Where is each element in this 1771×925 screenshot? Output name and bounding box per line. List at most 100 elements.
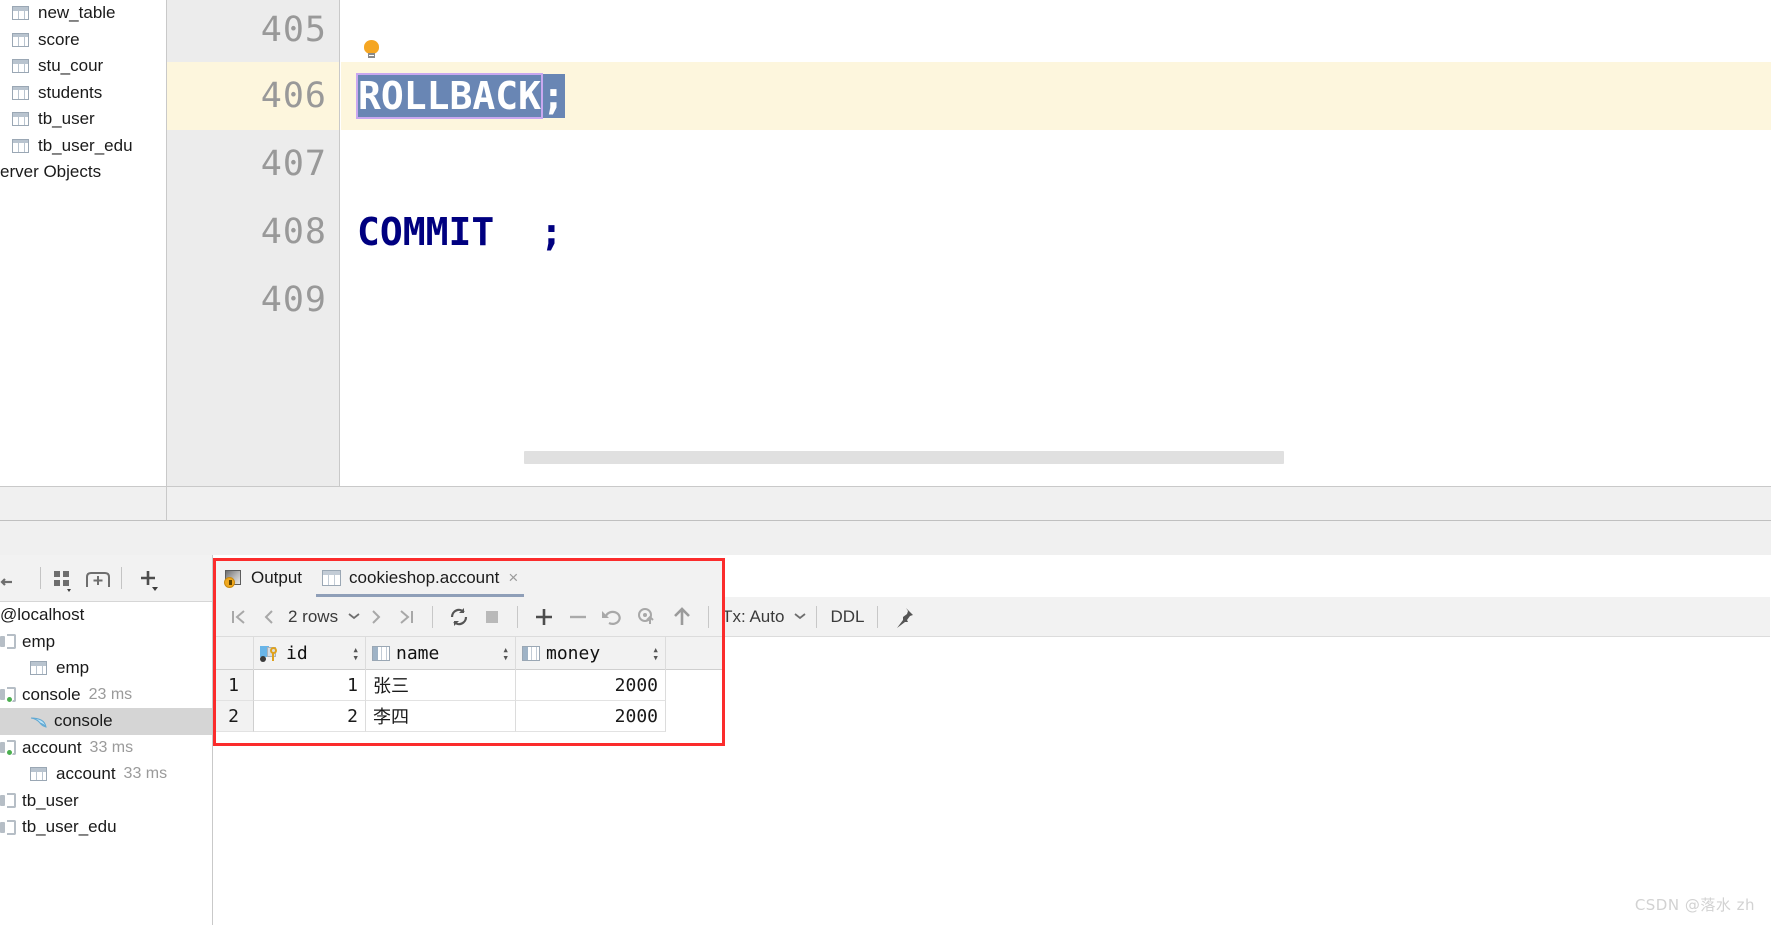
sort-desc-glyph: ▾	[502, 650, 509, 664]
sort-indicator[interactable]: ▴ ▾	[502, 644, 509, 664]
lightbulb-icon[interactable]	[364, 40, 379, 59]
tree-item-tb_user[interactable]: tb_user	[0, 106, 166, 133]
editor-code-area[interactable]: ROLLBACK; COMMIT ;	[341, 0, 1771, 486]
selected-keyword[interactable]: ROLLBACK	[355, 73, 544, 119]
reload-button[interactable]	[442, 601, 476, 633]
column-header-id[interactable]: id ▴ ▾	[254, 637, 366, 670]
splitter-divider	[0, 520, 1771, 521]
panel-splitter[interactable]	[0, 520, 1771, 555]
prev-page-button[interactable]	[254, 601, 284, 633]
chevron-down-icon[interactable]	[347, 610, 361, 624]
column-header-label: money	[546, 643, 601, 664]
cell-money[interactable]: 2000	[516, 670, 666, 701]
remove-row-button[interactable]	[561, 601, 595, 633]
db-icon	[0, 634, 16, 650]
services-item-label: tb_user	[22, 790, 79, 810]
tree-item-score[interactable]: score	[0, 27, 166, 54]
services-item-tb_user_edu[interactable]: tb_user_edu	[0, 814, 212, 841]
services-tree[interactable]: @localhost emp emp console 23 ms console…	[0, 602, 212, 841]
services-item-emp-schema[interactable]: emp	[0, 629, 212, 656]
add-row-button[interactable]	[527, 601, 561, 633]
services-item-console[interactable]: console	[0, 708, 212, 735]
tree-item-tb_user_edu[interactable]: tb_user_edu	[0, 133, 166, 160]
sort-indicator[interactable]: ▴ ▾	[352, 644, 359, 663]
tree-item-label: erver Objects	[0, 162, 102, 182]
services-pane[interactable]: @localhost emp emp console 23 ms console…	[0, 555, 213, 925]
services-item-console-session[interactable]: console 23 ms	[0, 682, 212, 709]
services-item-tb_user[interactable]: tb_user	[0, 788, 212, 815]
submit-button[interactable]	[665, 601, 699, 633]
services-toolbar[interactable]	[0, 555, 212, 602]
cell-name[interactable]: 张三	[366, 670, 516, 701]
services-item-duration: 33 ms	[123, 765, 168, 783]
table-row[interactable]: 2 2 李四 2000	[214, 701, 724, 732]
tree-item-new_table[interactable]: new_table	[0, 0, 166, 27]
table-icon	[12, 112, 29, 127]
editor-horizontal-scrollbar[interactable]	[524, 451, 1284, 464]
tree-item-server-objects[interactable]: erver Objects	[0, 159, 166, 186]
tab-cookieshop-account[interactable]: cookieshop.account ×	[312, 559, 528, 597]
table-icon	[12, 138, 29, 153]
services-item-account-table[interactable]: account 33 ms	[0, 761, 212, 788]
services-item-duration: 33 ms	[89, 738, 134, 756]
ddl-button[interactable]: DDL	[826, 607, 868, 627]
row-number: 2	[214, 701, 254, 732]
results-tabs[interactable]: Output cookieshop.account ×	[214, 559, 724, 597]
services-item-label: emp	[22, 631, 56, 651]
tree-item-stu_cour[interactable]: stu_cour	[0, 53, 166, 80]
watermark: CSDN @落水 zh	[1634, 896, 1755, 914]
revert-button[interactable]	[595, 601, 629, 633]
stop-button[interactable]	[476, 601, 508, 633]
services-item-emp-table[interactable]: emp	[0, 655, 212, 682]
cell-id[interactable]: 1	[254, 670, 366, 701]
tree-item-label: score	[38, 29, 80, 49]
editor-gutter[interactable]: 405 406 407 408 409	[167, 0, 340, 486]
database-object-tree[interactable]: new_table score stu_cour students tb_use…	[0, 0, 167, 520]
table-icon	[30, 767, 47, 782]
sort-desc-glyph: ▾	[652, 650, 659, 664]
table-row[interactable]: 1 1 张三 2000	[214, 670, 724, 701]
column-header-name[interactable]: name ▴ ▾	[366, 637, 516, 670]
sql-editor[interactable]: 405 406 407 408 409 ROLLBACK; COMMIT ;	[167, 0, 1771, 520]
close-icon[interactable]: ×	[508, 568, 518, 588]
grid-icon	[322, 570, 342, 586]
dolphin-icon	[30, 714, 48, 729]
cell-id[interactable]: 2	[254, 701, 366, 732]
result-data-grid[interactable]: id ▴ ▾ name ▴ ▾ money ▴ ▾ 1 1 张三 2000 2 …	[214, 637, 724, 732]
first-page-button[interactable]	[222, 601, 254, 633]
column-header-money[interactable]: money ▴ ▾	[516, 637, 666, 670]
add-tab-icon[interactable]	[81, 563, 115, 593]
tree-item-label: tb_user_edu	[38, 135, 133, 155]
next-page-button[interactable]	[361, 601, 391, 633]
code-line-408[interactable]: COMMIT ;	[357, 198, 563, 266]
grid-toolbar[interactable]: 2 rows Tx: Auto DDL	[214, 597, 1770, 637]
line-number: 409	[260, 280, 327, 320]
view-query-icon[interactable]	[629, 601, 665, 633]
transaction-mode-label[interactable]: Tx: Auto	[718, 607, 788, 627]
toolbar-separator	[877, 605, 879, 628]
services-item-localhost[interactable]: @localhost	[0, 602, 212, 629]
line-number: 408	[260, 212, 327, 252]
line-number: 407	[260, 144, 327, 184]
chevron-down-icon[interactable]	[793, 610, 807, 624]
tab-output[interactable]: Output	[214, 559, 312, 597]
add-icon[interactable]	[128, 563, 162, 593]
services-item-duration: 23 ms	[88, 685, 133, 703]
group-icon[interactable]	[47, 563, 81, 593]
selected-semicolon[interactable]: ;	[542, 74, 565, 118]
pin-icon[interactable]	[887, 601, 921, 633]
last-page-button[interactable]	[391, 601, 423, 633]
tree-item-label: stu_cour	[38, 56, 104, 76]
db-icon	[0, 819, 16, 835]
row-count-label[interactable]: 2 rows	[284, 607, 342, 627]
tree-item-students[interactable]: students	[0, 80, 166, 107]
services-item-account-session[interactable]: account 33 ms	[0, 735, 212, 762]
toolbar-separator	[40, 567, 41, 589]
cell-name[interactable]: 李四	[366, 701, 516, 732]
cell-money[interactable]: 2000	[516, 701, 666, 732]
sort-indicator[interactable]: ▴ ▾	[652, 644, 659, 664]
top-area: new_table score stu_cour students tb_use…	[0, 0, 1771, 520]
code-line-406[interactable]: ROLLBACK;	[355, 62, 565, 130]
column-icon	[522, 646, 540, 661]
expand-icon[interactable]	[0, 563, 34, 593]
